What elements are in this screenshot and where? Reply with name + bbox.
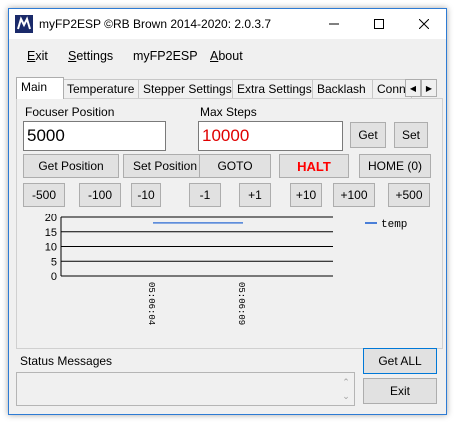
- focuser-position-field[interactable]: 5000: [23, 121, 166, 151]
- menu-bar: Exit Settings myFP2ESP About: [9, 45, 446, 67]
- step-button[interactable]: +100: [333, 183, 375, 207]
- get-max-steps-button[interactable]: Get: [350, 122, 386, 148]
- set-position-button[interactable]: Set Position: [123, 154, 207, 178]
- minimize-icon: [328, 23, 339, 25]
- status-messages-label: Status Messages: [20, 354, 113, 368]
- close-icon: [418, 19, 429, 29]
- tab-strip: Main Temperature Stepper Settings Extra …: [16, 77, 441, 99]
- max-steps-field[interactable]: 10000: [198, 121, 343, 151]
- status-messages-box[interactable]: ⌃ ⌄: [16, 372, 355, 406]
- y-tick-label: 20: [45, 214, 57, 224]
- step-button[interactable]: -10: [131, 183, 161, 207]
- y-tick-label: 0: [51, 271, 57, 283]
- tab-temperature[interactable]: Temperature: [62, 79, 142, 98]
- scroll-down-icon[interactable]: ⌄: [340, 390, 352, 402]
- y-tick-label: 15: [45, 227, 57, 239]
- tab-main[interactable]: Main: [16, 77, 64, 99]
- y-tick-label: 5: [51, 256, 57, 268]
- menu-settings[interactable]: Settings: [68, 49, 113, 63]
- legend-label: temp: [381, 219, 407, 231]
- halt-button[interactable]: HALT: [279, 154, 349, 178]
- title-bar: myFP2ESP ©RB Brown 2014-2020: 2.0.3.7: [9, 9, 446, 39]
- window-title: myFP2ESP ©RB Brown 2014-2020: 2.0.3.7: [39, 17, 272, 31]
- arrow-left-icon: ◀: [409, 83, 417, 93]
- temperature-chart: 0 5 10 15 20 05:06:04 05:06:09 temp: [45, 214, 408, 325]
- step-button[interactable]: +500: [388, 183, 430, 207]
- goto-button[interactable]: GOTO: [199, 154, 271, 178]
- tab-scroll-left-button[interactable]: ◀: [405, 79, 421, 97]
- focuser-position-label: Focuser Position: [25, 105, 115, 119]
- main-tab-panel: Focuser Position 5000 Max Steps 10000 Ge…: [16, 98, 443, 349]
- menu-exit[interactable]: Exit: [27, 49, 48, 63]
- menu-myfp2esp[interactable]: myFP2ESP: [133, 49, 198, 63]
- set-max-steps-button[interactable]: Set: [394, 122, 428, 148]
- step-button[interactable]: +10: [290, 183, 322, 207]
- tab-scroll-right-button[interactable]: ▶: [421, 79, 437, 97]
- step-button[interactable]: -1: [189, 183, 221, 207]
- step-button[interactable]: +1: [239, 183, 271, 207]
- menu-about[interactable]: About: [210, 49, 243, 63]
- tab-backlash[interactable]: Backlash: [312, 79, 376, 98]
- maximize-button[interactable]: [356, 9, 401, 39]
- max-steps-label: Max Steps: [200, 105, 257, 119]
- step-button[interactable]: -500: [23, 183, 65, 207]
- app-icon: [15, 15, 33, 33]
- get-position-button[interactable]: Get Position: [23, 154, 119, 178]
- x-tick-label: 05:06:09: [236, 282, 246, 325]
- close-button[interactable]: [401, 9, 446, 39]
- get-all-button[interactable]: Get ALL: [363, 348, 437, 374]
- scroll-up-icon[interactable]: ⌃: [340, 376, 352, 388]
- y-tick-label: 10: [45, 242, 57, 254]
- exit-button[interactable]: Exit: [363, 378, 437, 404]
- tab-extra-settings[interactable]: Extra Settings: [232, 79, 316, 98]
- tab-stepper-settings[interactable]: Stepper Settings: [138, 79, 236, 98]
- home-button[interactable]: HOME (0): [359, 154, 431, 178]
- x-tick-label: 05:06:04: [146, 282, 156, 325]
- maximize-icon: [373, 19, 384, 29]
- minimize-button[interactable]: [311, 9, 356, 39]
- step-button[interactable]: -100: [79, 183, 121, 207]
- arrow-right-icon: ▶: [425, 83, 433, 93]
